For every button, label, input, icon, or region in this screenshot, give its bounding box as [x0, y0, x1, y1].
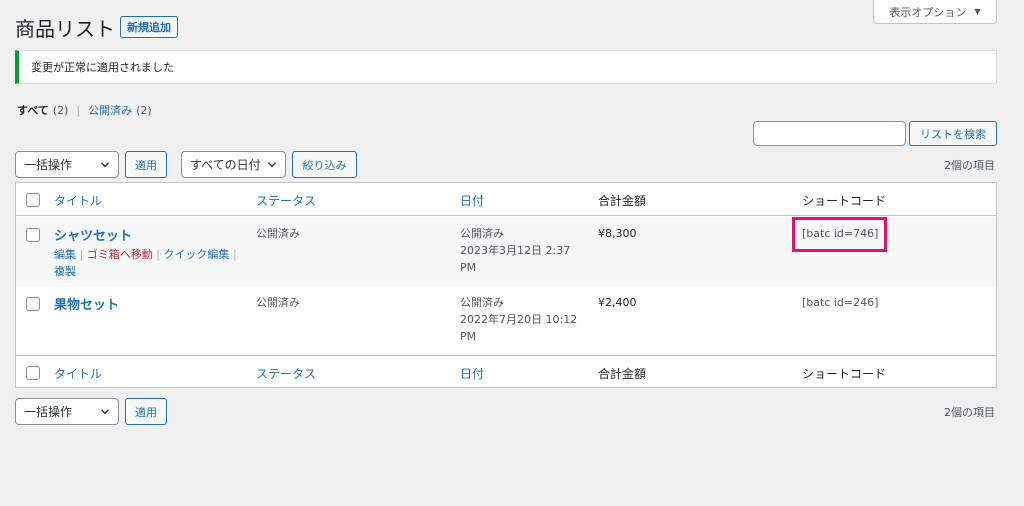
triangle-down-icon: ▼: [974, 7, 981, 16]
shortcode-highlight-box: [792, 217, 887, 252]
quick-edit-link[interactable]: クイック編集: [163, 248, 229, 261]
bulk-action-value: 一括操作: [24, 158, 73, 172]
column-title[interactable]: タイトル: [54, 365, 102, 382]
column-title[interactable]: タイトル: [54, 192, 102, 209]
chevron-down-icon: [101, 161, 109, 167]
row-checkbox[interactable]: [26, 297, 40, 311]
row-date-line1: 2023年3月12日 2:37: [460, 244, 571, 257]
column-date[interactable]: 日付: [460, 365, 484, 382]
column-shortcode: ショートコード: [802, 367, 887, 381]
row-title-link[interactable]: 果物セット: [54, 294, 119, 313]
row-date-line2: PM: [460, 330, 477, 343]
table-header: タイトル ステータス 日付 合計金額 ショートコード: [16, 183, 996, 216]
column-total: 合計金額: [598, 367, 647, 381]
row-total: ¥2,400: [598, 296, 637, 309]
row-date: 公開済み 2022年7月20日 10:12 PM: [460, 294, 577, 345]
success-notice: 変更が正常に適用されました: [15, 50, 997, 84]
row-checkbox[interactable]: [26, 228, 40, 242]
duplicate-link[interactable]: 複製: [54, 265, 76, 278]
column-date[interactable]: 日付: [460, 192, 484, 209]
screen-options-button[interactable]: 表示オプション ▼: [873, 0, 997, 24]
page-title: 商品リスト: [15, 17, 115, 41]
date-filter-value: すべての日付: [190, 158, 261, 172]
items-count-top: 2個の項目: [944, 159, 995, 172]
bulk-action-select-top[interactable]: 一括操作: [15, 151, 119, 178]
table-row: シャツセット 編集 | ゴミ箱へ移動 | クイック編集 | 複製 公開済み 公開…: [16, 217, 996, 287]
view-published-link[interactable]: 公開済み: [88, 102, 132, 118]
view-published-count: (2): [136, 103, 152, 117]
action-separator: |: [156, 248, 160, 261]
filter-button[interactable]: 絞り込み: [292, 151, 357, 178]
table-footer: タイトル ステータス 日付 合計金額 ショートコード: [16, 355, 996, 388]
action-separator: |: [79, 248, 84, 261]
view-filters: すべて (2) | 公開済み (2): [17, 102, 152, 118]
column-total: 合計金額: [598, 194, 647, 208]
column-status[interactable]: ステータス: [256, 192, 316, 209]
row-actions: 編集 | ゴミ箱へ移動 | クイック編集 | 複製: [54, 246, 244, 280]
row-date-line1: 2022年7月20日 10:12: [460, 313, 578, 326]
date-filter-select[interactable]: すべての日付: [181, 151, 286, 178]
bulk-action-value: 一括操作: [24, 405, 73, 419]
table-row: 果物セット 公開済み 公開済み 2022年7月20日 10:12 PM ¥2,4…: [16, 287, 996, 355]
action-separator: |: [232, 248, 237, 261]
bulk-action-select-bottom[interactable]: 一括操作: [15, 398, 119, 425]
row-date: 公開済み 2023年3月12日 2:37 PM: [460, 225, 570, 276]
row-total: ¥8,300: [598, 227, 637, 240]
chevron-down-icon: [101, 408, 109, 414]
screen-options-label: 表示オプション: [889, 5, 967, 19]
chevron-down-icon: [268, 161, 276, 167]
select-all-checkbox[interactable]: [26, 193, 40, 207]
search-button[interactable]: リストを検索: [909, 121, 997, 146]
view-separator: |: [76, 103, 81, 117]
view-all-count: (2): [52, 103, 69, 117]
row-status: 公開済み: [256, 296, 300, 309]
row-shortcode: [batc id=246]: [802, 296, 879, 309]
search-input[interactable]: [753, 121, 906, 146]
row-date-status: 公開済み: [460, 296, 504, 309]
row-title-link[interactable]: シャツセット: [54, 225, 132, 244]
column-shortcode: ショートコード: [802, 194, 887, 208]
notice-message: 変更が正常に適用されました: [31, 61, 174, 74]
add-new-button[interactable]: 新規追加: [120, 16, 178, 38]
row-status: 公開済み: [256, 227, 300, 240]
trash-link[interactable]: ゴミ箱へ移動: [87, 248, 153, 261]
column-status[interactable]: ステータス: [256, 365, 316, 382]
row-date-status: 公開済み: [460, 227, 504, 240]
apply-button-top[interactable]: 適用: [125, 151, 167, 178]
select-all-checkbox-footer[interactable]: [26, 366, 40, 380]
items-count-bottom: 2個の項目: [944, 406, 995, 419]
apply-button-bottom[interactable]: 適用: [125, 398, 167, 425]
view-all-link[interactable]: すべて: [17, 102, 49, 118]
products-table: タイトル ステータス 日付 合計金額 ショートコード シャツセット 編集 | ゴ…: [15, 182, 997, 388]
edit-link[interactable]: 編集: [54, 248, 76, 261]
row-date-line2: PM: [460, 261, 477, 274]
